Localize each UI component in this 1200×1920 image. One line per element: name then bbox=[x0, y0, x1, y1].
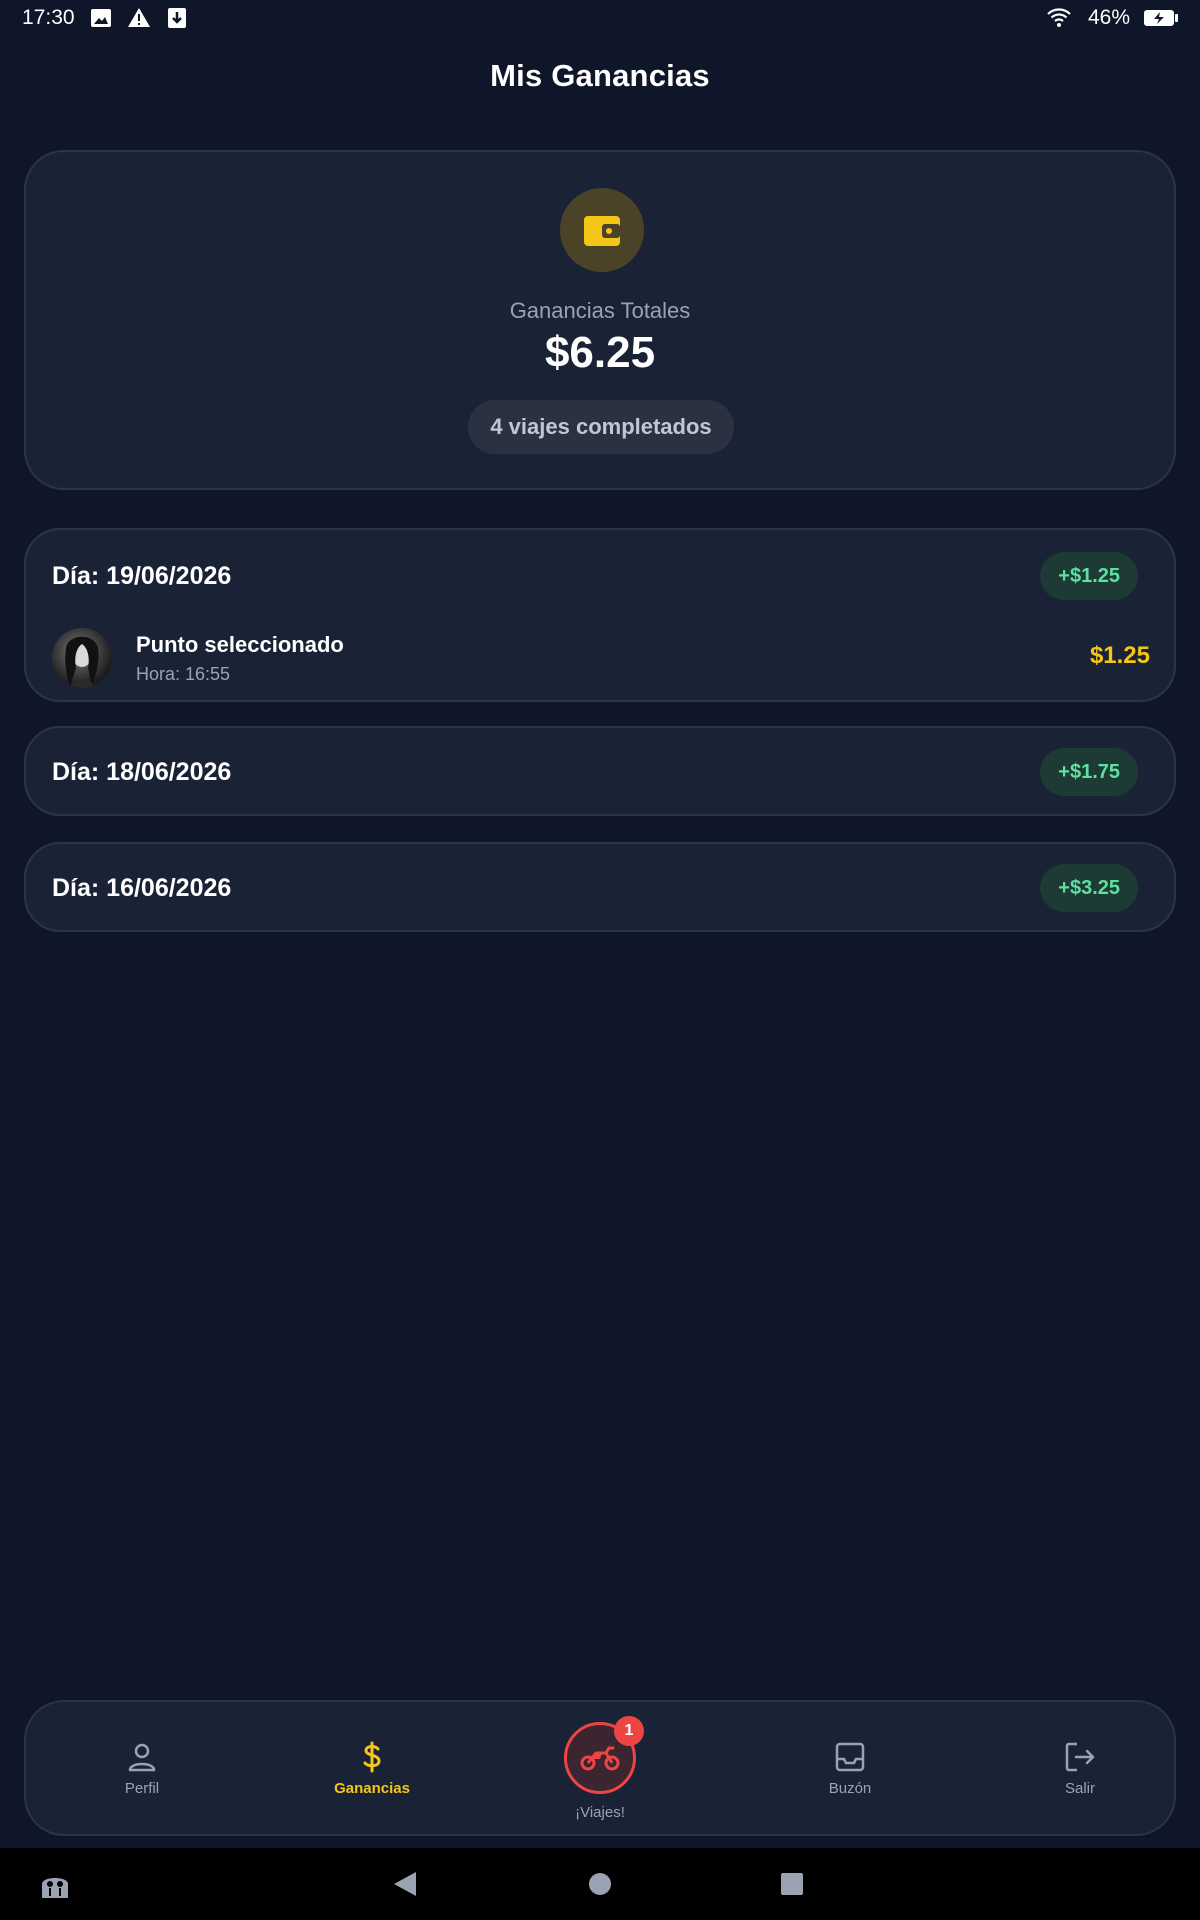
nav-buzon-label: Buzón bbox=[828, 1780, 872, 1797]
status-time: 17:30 bbox=[22, 6, 75, 29]
nav-ganancias[interactable]: Ganancias bbox=[302, 1740, 442, 1797]
warning-notification-icon bbox=[127, 8, 150, 27]
wallet-icon bbox=[560, 188, 644, 272]
day-card[interactable]: Día: 16/06/2026 +$3.25 bbox=[24, 842, 1176, 932]
day-card[interactable]: Día: 19/06/2026 +$1.25 Punto seleccionad… bbox=[24, 528, 1176, 702]
day-date: Día: 18/06/2026 bbox=[52, 758, 232, 786]
day-total-badge: +$1.75 bbox=[1040, 748, 1138, 796]
nav-buzon[interactable]: Buzón bbox=[780, 1740, 920, 1797]
motorcycle-icon bbox=[580, 1746, 620, 1771]
nav-perfil[interactable]: Perfil bbox=[72, 1740, 212, 1797]
total-earnings-amount: $6.25 bbox=[544, 328, 656, 377]
bottom-navigation: Perfil Ganancias 1 ¡Viajes! Buzón Salir bbox=[24, 1700, 1176, 1836]
nav-viajes-label: ¡Viajes! bbox=[575, 1804, 625, 1821]
system-navigation-bar bbox=[0, 1848, 1200, 1920]
day-date: Día: 19/06/2026 bbox=[52, 562, 232, 590]
nav-ganancias-label: Ganancias bbox=[334, 1780, 410, 1797]
trip-destination: Punto seleccionado bbox=[136, 632, 344, 657]
nav-salir-label: Salir bbox=[1064, 1780, 1095, 1797]
earnings-summary-card: Ganancias Totales $6.25 4 viajes complet… bbox=[24, 150, 1176, 490]
image-notification-icon bbox=[90, 9, 111, 27]
trip-time: Hora: 16:55 bbox=[136, 664, 231, 684]
day-total-badge: +$3.25 bbox=[1040, 864, 1138, 912]
home-icon[interactable] bbox=[588, 1870, 612, 1898]
recents-icon[interactable] bbox=[780, 1870, 804, 1898]
page-title: Mis Ganancias bbox=[490, 58, 710, 93]
trips-notification-badge: 1 bbox=[614, 1716, 644, 1746]
inbox-icon bbox=[835, 1742, 865, 1772]
day-date: Día: 16/06/2026 bbox=[52, 874, 232, 902]
wifi-icon bbox=[1047, 8, 1071, 27]
day-card[interactable]: Día: 18/06/2026 +$1.75 bbox=[24, 726, 1176, 816]
status-bar: 17:30 46% bbox=[0, 0, 1200, 36]
trips-completed-badge: 4 viajes completados bbox=[468, 400, 734, 454]
dollar-icon bbox=[363, 1741, 381, 1773]
passenger-avatar bbox=[52, 628, 112, 688]
day-total-badge: +$1.25 bbox=[1040, 552, 1138, 600]
logout-icon bbox=[1065, 1742, 1095, 1772]
app-screen: 17:30 46% Mis Ganancias Ganancias Totale… bbox=[0, 0, 1200, 1920]
total-earnings-label: Ganancias Totales bbox=[509, 298, 691, 323]
trip-amount: $1.25 bbox=[1089, 642, 1150, 669]
accessibility-icon[interactable] bbox=[38, 1870, 72, 1900]
nav-perfil-label: Perfil bbox=[124, 1780, 160, 1797]
download-notification-icon bbox=[167, 8, 186, 28]
nav-salir[interactable]: Salir bbox=[1010, 1740, 1150, 1797]
back-icon[interactable] bbox=[392, 1870, 418, 1898]
battery-icon bbox=[1144, 10, 1178, 26]
battery-percentage: 46% bbox=[1087, 6, 1130, 29]
user-icon bbox=[128, 1743, 156, 1772]
